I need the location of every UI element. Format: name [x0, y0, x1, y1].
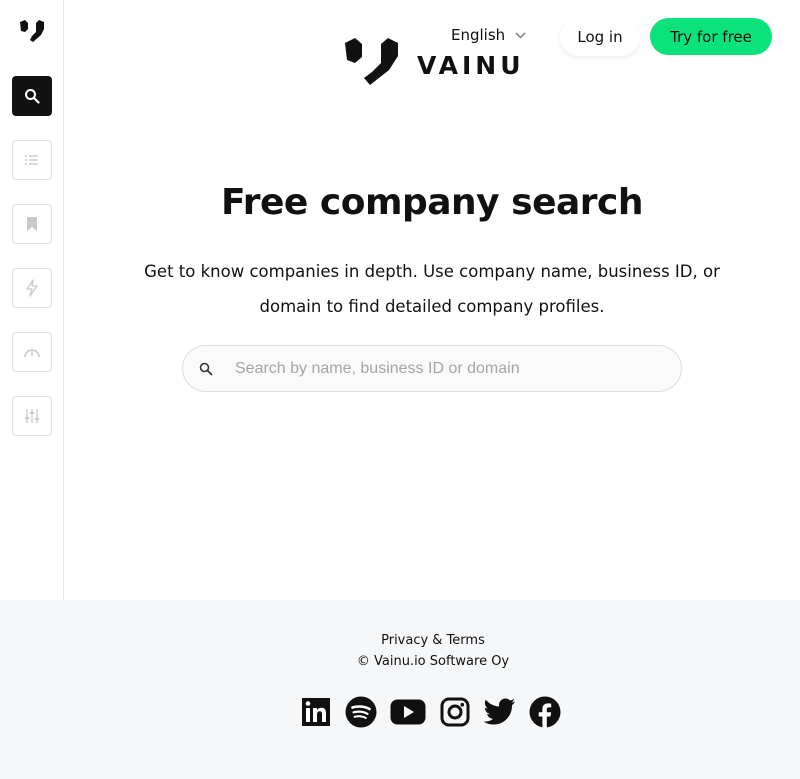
facebook-icon[interactable]	[529, 696, 561, 728]
privacy-terms-link[interactable]: Privacy & Terms	[0, 633, 800, 648]
youtube-icon[interactable]	[390, 696, 426, 728]
lightning-icon	[26, 279, 38, 297]
copyright-text: © Vainu.io Software Oy	[356, 654, 510, 669]
linkedin-icon[interactable]	[300, 696, 332, 728]
search-bar[interactable]	[182, 345, 682, 392]
bookmark-icon	[27, 217, 37, 231]
sliders-icon	[25, 409, 39, 423]
sidebar-item-bookmarks[interactable]	[12, 204, 52, 244]
footer: Privacy & Terms © Vainu.io Software Oy	[0, 600, 800, 779]
sidebar-item-settings[interactable]	[12, 396, 52, 436]
brand-name: VAINU	[417, 50, 525, 80]
sidebar-item-triggers[interactable]	[12, 268, 52, 308]
sidebar	[0, 0, 64, 600]
brand-logo[interactable]: VAINU	[344, 38, 525, 86]
try-for-free-button[interactable]: Try for free	[650, 18, 772, 55]
spotify-icon[interactable]	[345, 696, 377, 728]
search-icon	[199, 362, 213, 375]
vainu-logo-icon[interactable]	[19, 20, 45, 44]
search-input[interactable]	[235, 359, 655, 378]
twitter-icon[interactable]	[484, 696, 516, 728]
sidebar-item-search[interactable]	[12, 76, 52, 116]
login-button[interactable]: Log in	[560, 18, 640, 56]
vainu-logo-icon	[345, 38, 398, 85]
social-links	[300, 696, 574, 728]
instagram-icon[interactable]	[439, 696, 471, 728]
page-subtitle: Get to know companies in depth. Use comp…	[144, 262, 720, 316]
list-icon	[25, 155, 38, 165]
sidebar-item-dashboard[interactable]	[12, 332, 52, 372]
page-title: Free company search	[220, 182, 644, 223]
gauge-icon	[24, 349, 40, 358]
search-icon	[25, 89, 40, 104]
sidebar-item-lists[interactable]	[12, 140, 52, 180]
